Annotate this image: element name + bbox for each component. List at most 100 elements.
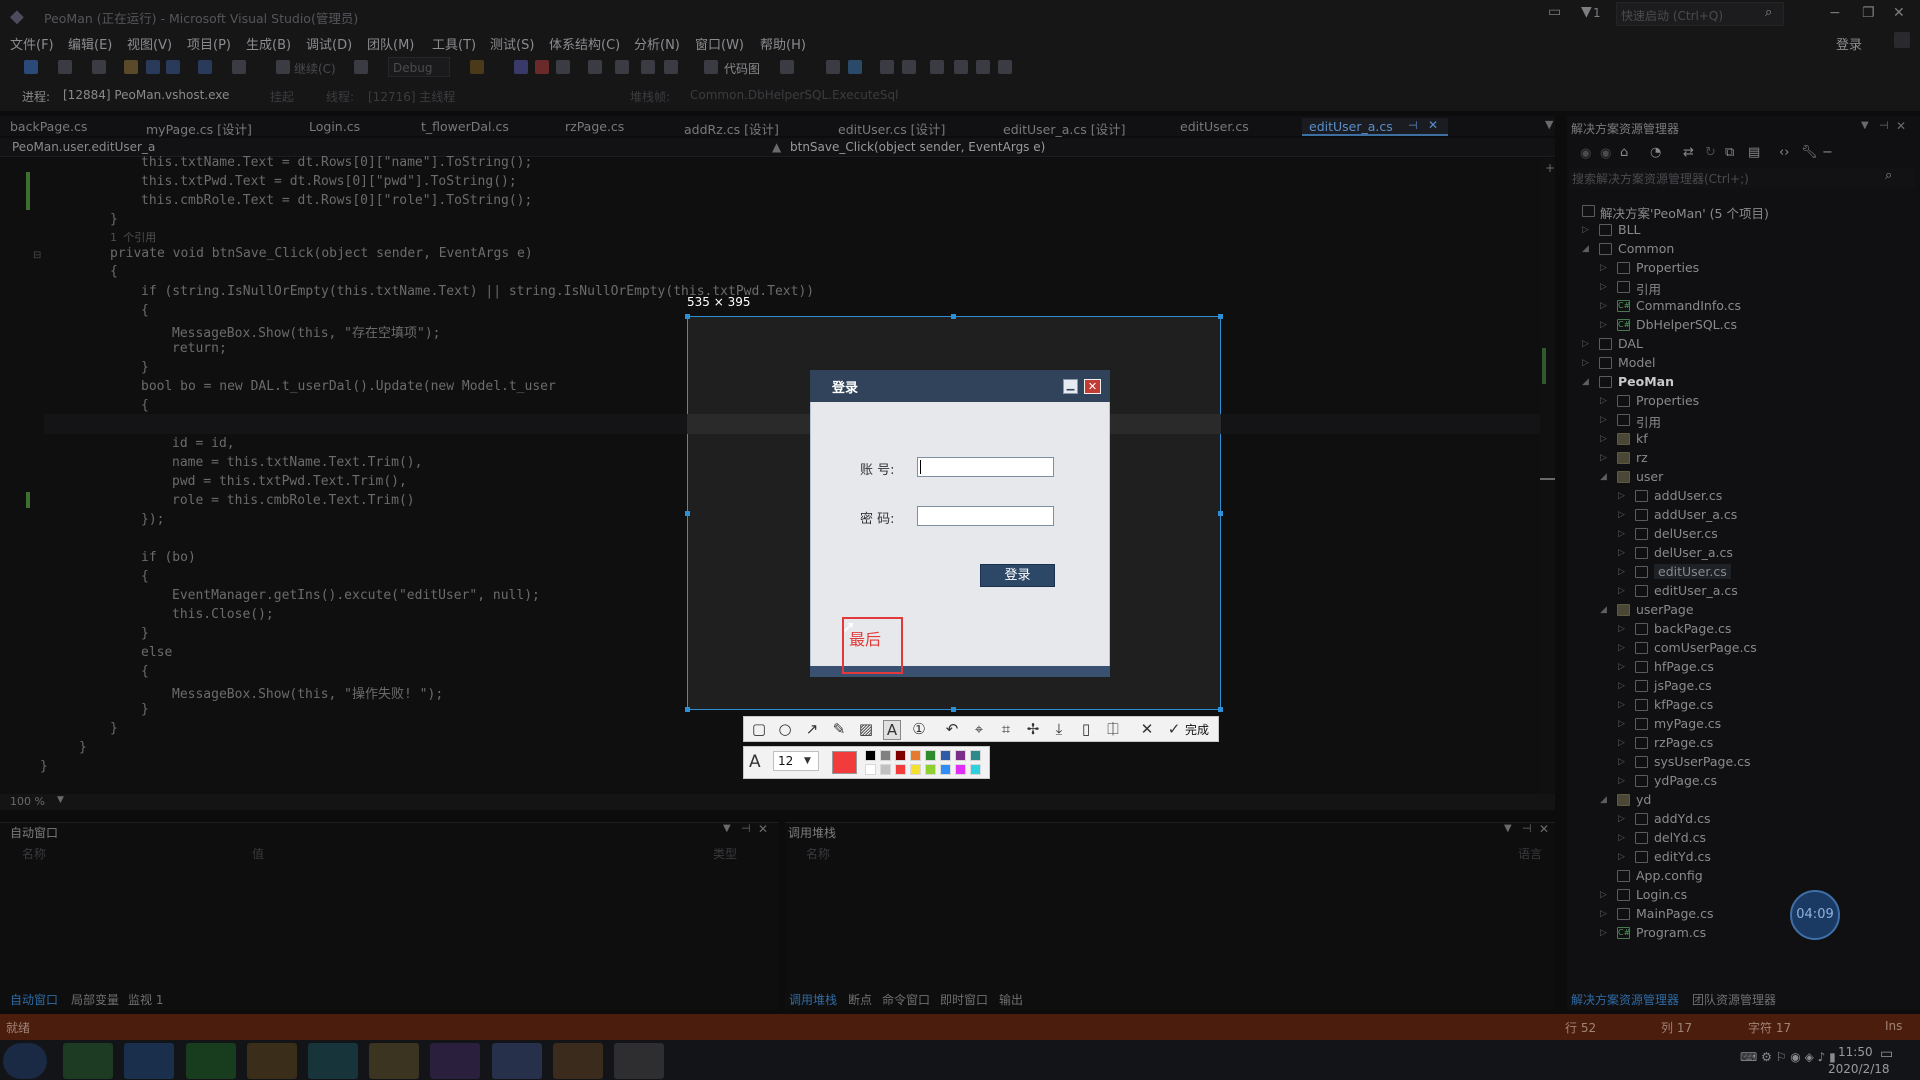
solution-node[interactable]: user	[1636, 469, 1663, 484]
stop-icon[interactable]	[535, 60, 549, 74]
solution-node[interactable]: DAL	[1618, 336, 1643, 351]
solution-search-input[interactable]: 搜索解决方案资源管理器(Ctrl+;)	[1572, 170, 1749, 187]
tab-team-explorer[interactable]: 团队资源管理器	[1692, 991, 1776, 1008]
password-input[interactable]	[917, 506, 1054, 526]
class-dropdown[interactable]: PeoMan.user.editUser_a	[12, 140, 155, 154]
collapsed-arrow-icon[interactable]: ▷	[1618, 814, 1625, 824]
pin-icon[interactable]: ⊣	[1408, 119, 1418, 132]
filter-icon[interactable]: ▼	[1581, 4, 1592, 20]
notification-center-icon[interactable]: ▭	[1880, 1046, 1893, 1062]
zoom-dropdown-icon[interactable]: ▼	[57, 795, 64, 805]
tab-immediate-window[interactable]: 即时窗口	[940, 991, 988, 1008]
clear-bookmarks-icon[interactable]	[998, 60, 1012, 74]
menu-build[interactable]: 生成(B)	[246, 34, 291, 53]
expanded-arrow-icon[interactable]: ◢	[1600, 795, 1607, 805]
solution-node[interactable]: kf	[1636, 431, 1648, 446]
solution-node[interactable]: hfPage.cs	[1654, 659, 1714, 674]
continue-button[interactable]: 继续(C)	[294, 60, 336, 77]
vscode-icon[interactable]	[124, 1043, 174, 1079]
tab-edituser[interactable]: editUser.cs	[1180, 119, 1249, 134]
collapsed-arrow-icon[interactable]: ▷	[1582, 225, 1589, 235]
palette-color-swatch[interactable]	[880, 750, 891, 761]
tab-command-window[interactable]: 命令窗口	[882, 991, 930, 1008]
tab-rzpage[interactable]: rzPage.cs	[565, 119, 624, 134]
palette-color-swatch[interactable]	[880, 764, 891, 775]
solution-node[interactable]: kfPage.cs	[1654, 697, 1713, 712]
split-icon[interactable]: +	[1545, 161, 1555, 175]
bookmark-icon[interactable]	[930, 60, 944, 74]
solution-node[interactable]: ydPage.cs	[1654, 773, 1717, 788]
solution-node[interactable]: Common	[1618, 241, 1674, 256]
notification-count[interactable]: 1	[1593, 6, 1601, 20]
menu-file[interactable]: 文件(F)	[10, 34, 54, 53]
solution-node[interactable]: Properties	[1636, 260, 1699, 275]
solution-node[interactable]: sysUserPage.cs	[1654, 754, 1751, 769]
account-icon[interactable]	[1894, 32, 1910, 48]
bookmark-icon[interactable]: ⎅	[1104, 720, 1122, 738]
palette-color-swatch[interactable]	[955, 750, 966, 761]
solution-node[interactable]: userPage	[1636, 602, 1694, 617]
font-size-select[interactable]: 12 ▼	[773, 751, 819, 771]
collapsed-arrow-icon[interactable]: ▷	[1618, 757, 1625, 767]
search-icon[interactable]: ⌕	[1765, 5, 1772, 20]
recording-timer[interactable]: 04:09	[1790, 890, 1840, 940]
login-button[interactable]: 登录	[980, 564, 1055, 587]
tab-solution-explorer[interactable]: 解决方案资源管理器	[1571, 991, 1679, 1008]
hbuilder-icon[interactable]	[186, 1043, 236, 1079]
expanded-arrow-icon[interactable]: ◢	[1600, 605, 1607, 615]
collapsed-arrow-icon[interactable]: ▷	[1618, 738, 1625, 748]
tab-callstack[interactable]: 调用堆栈	[789, 991, 837, 1008]
resize-handle[interactable]	[951, 707, 956, 712]
solution-node[interactable]: yd	[1636, 792, 1651, 807]
solution-node[interactable]: MainPage.cs	[1636, 906, 1713, 921]
solution-node[interactable]: addUser.cs	[1654, 488, 1722, 503]
code-map-icon[interactable]	[704, 60, 718, 74]
tab-close-icon[interactable]: ✕	[1428, 118, 1438, 132]
menu-tools[interactable]: 工具(T)	[432, 34, 476, 53]
resize-handle[interactable]	[685, 707, 690, 712]
tab-addrz-design[interactable]: addRz.cs [设计]	[684, 119, 779, 138]
step-over-icon[interactable]	[641, 60, 655, 74]
callstack-col-language[interactable]: 语言	[1518, 845, 1542, 862]
collapsed-arrow-icon[interactable]: ▷	[1600, 301, 1607, 311]
confirm-icon[interactable]: ✓	[1165, 720, 1183, 738]
expanded-arrow-icon[interactable]: ◢	[1582, 377, 1589, 387]
view-code-icon[interactable]: ‹›	[1779, 145, 1789, 160]
palette-color-swatch[interactable]	[925, 764, 936, 775]
close-icon[interactable]: ✕	[1893, 5, 1905, 21]
solution-node[interactable]: 引用	[1636, 412, 1661, 431]
collapsed-arrow-icon[interactable]: ▷	[1600, 909, 1607, 919]
tab-edituser-a[interactable]: editUser_a.cs	[1309, 119, 1393, 134]
collapsed-arrow-icon[interactable]: ▷	[1618, 700, 1625, 710]
palette-color-swatch[interactable]	[865, 750, 876, 761]
resize-handle[interactable]	[685, 314, 690, 319]
solution-node[interactable]: BLL	[1618, 222, 1641, 237]
solution-node[interactable]: delYd.cs	[1654, 830, 1706, 845]
collapsed-arrow-icon[interactable]: ▷	[1618, 586, 1625, 596]
tab-edituser-a-design[interactable]: editUser_a.cs [设计]	[1003, 119, 1126, 138]
save-icon[interactable]: ⤓	[1050, 720, 1068, 738]
solution-node[interactable]: App.config	[1636, 868, 1703, 883]
class-dropdown-arrow[interactable]: ▲	[772, 140, 781, 154]
solution-node[interactable]: myPage.cs	[1654, 716, 1721, 731]
palette-color-swatch[interactable]	[865, 764, 876, 775]
autos-pin-icon[interactable]: ⊣	[741, 822, 751, 835]
clock-date[interactable]: 2020/2/18	[1828, 1062, 1890, 1076]
break-all-icon[interactable]	[514, 60, 528, 74]
callstack-close-icon[interactable]: ✕	[1539, 822, 1549, 836]
refresh-icon[interactable]	[354, 60, 368, 74]
start-button-icon[interactable]	[3, 1043, 47, 1079]
search-icon[interactable]: ⌕	[1885, 168, 1892, 183]
autos-col-name[interactable]: 名称	[22, 845, 46, 862]
pin-screenshot-icon[interactable]: ⌖	[970, 720, 988, 738]
tab-mypage-design[interactable]: myPage.cs [设计]	[146, 119, 252, 138]
collapsed-arrow-icon[interactable]: ▷	[1618, 662, 1625, 672]
solution-node[interactable]: Program.cs	[1636, 925, 1706, 940]
show-all-files-icon[interactable]: ▤	[1748, 145, 1760, 160]
new-project-icon[interactable]	[92, 60, 106, 74]
expanded-arrow-icon[interactable]: ◢	[1582, 244, 1589, 254]
solution-pin-icon[interactable]: ⊣	[1879, 119, 1889, 132]
solution-node[interactable]: rz	[1636, 450, 1648, 465]
collapsed-arrow-icon[interactable]: ▷	[1618, 776, 1625, 786]
collapsed-arrow-icon[interactable]: ▷	[1618, 719, 1625, 729]
